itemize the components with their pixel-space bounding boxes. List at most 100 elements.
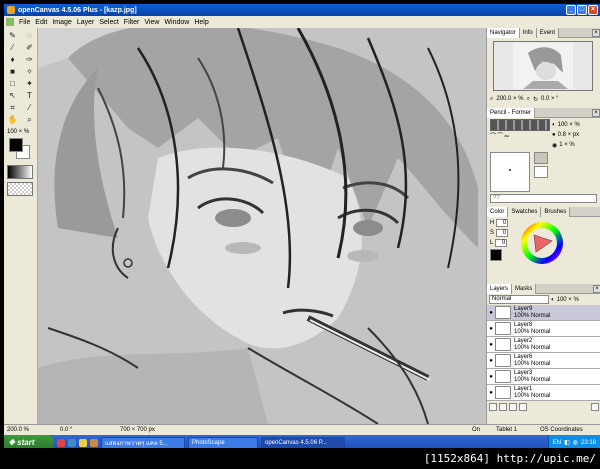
brush-tool-icon[interactable]: ⁄ bbox=[5, 42, 20, 53]
layer-mask-icon[interactable] bbox=[509, 403, 517, 411]
tab-brushes[interactable]: Brushes bbox=[541, 206, 571, 217]
texture-swatch[interactable] bbox=[534, 166, 548, 178]
folder-icon[interactable] bbox=[79, 438, 87, 447]
color-swatch[interactable] bbox=[7, 138, 34, 162]
layer-row[interactable]: ● Layer9 100% Normal bbox=[487, 305, 600, 321]
task-opencanvas[interactable]: openCanvas 4.5.06 P... bbox=[261, 436, 345, 449]
drawing-canvas[interactable] bbox=[38, 28, 486, 424]
menu-window[interactable]: Window bbox=[164, 19, 189, 26]
language-indicator[interactable]: EN bbox=[553, 440, 561, 446]
menu-image[interactable]: Image bbox=[52, 19, 71, 26]
task-photoscape[interactable]: PhotoScape bbox=[188, 436, 258, 449]
tab-color[interactable]: Color bbox=[487, 206, 509, 217]
zoom-tool-icon[interactable]: ⌕ bbox=[22, 114, 37, 125]
bucket-tool-icon[interactable]: ♦ bbox=[5, 54, 20, 65]
navigator-zoom[interactable]: 200.0 × % bbox=[496, 96, 523, 102]
status-bar: 200.0 % 0.0 ° 700 × 700 px On Tablet 1 O… bbox=[4, 424, 600, 435]
eyedropper-tool-icon[interactable]: ⁄ bbox=[22, 102, 37, 113]
document-icon[interactable] bbox=[6, 18, 14, 26]
eye-icon[interactable]: ● bbox=[487, 326, 495, 332]
eye-icon[interactable]: ● bbox=[487, 390, 495, 396]
clock[interactable]: 23:18 bbox=[581, 440, 596, 446]
layer-opacity[interactable]: 100 × % bbox=[557, 297, 579, 303]
tab-info[interactable]: Info bbox=[519, 27, 537, 38]
app-icon[interactable] bbox=[90, 438, 98, 447]
menu-select[interactable]: Select bbox=[99, 19, 118, 26]
maximize-button[interactable]: □ bbox=[577, 5, 587, 15]
s-input[interactable]: 0 bbox=[496, 229, 509, 237]
tab-masks[interactable]: Masks bbox=[512, 283, 537, 294]
tab-navigator[interactable]: Navigator bbox=[487, 27, 520, 38]
texture-swatch[interactable] bbox=[534, 152, 548, 164]
foreground-color[interactable] bbox=[9, 138, 23, 152]
pen-tool-icon[interactable]: ✎ bbox=[5, 30, 20, 41]
eye-icon[interactable]: ● bbox=[487, 374, 495, 380]
hand-tool-icon[interactable]: ✋ bbox=[5, 114, 20, 125]
tab-layers[interactable]: Layers bbox=[487, 283, 513, 294]
move-tool-icon[interactable]: ↖ bbox=[5, 90, 20, 101]
h-input[interactable]: 0 bbox=[496, 219, 509, 227]
zoom-out-icon[interactable]: ⌕ bbox=[490, 96, 493, 103]
airbrush-tool-icon[interactable]: ✑ bbox=[22, 54, 37, 65]
eye-icon[interactable]: ● bbox=[487, 310, 495, 316]
delete-layer-icon[interactable] bbox=[591, 403, 599, 411]
current-color[interactable] bbox=[490, 249, 502, 261]
eye-icon[interactable]: ● bbox=[487, 358, 495, 364]
l-input[interactable]: 0 bbox=[495, 239, 508, 247]
texture-preset[interactable] bbox=[7, 182, 33, 196]
brush-presets[interactable] bbox=[490, 119, 550, 131]
menu-layer[interactable]: Layer bbox=[77, 19, 95, 26]
s-label: S bbox=[490, 230, 495, 236]
rect-tool-icon[interactable]: ■ bbox=[5, 66, 20, 77]
zoom-in-icon[interactable]: ⌕ bbox=[527, 96, 530, 103]
color-wheel[interactable] bbox=[512, 219, 572, 267]
wand-tool-icon[interactable]: ✦ bbox=[22, 78, 37, 89]
tray-icon[interactable]: ◍ bbox=[573, 439, 578, 446]
menu-edit[interactable]: Edit bbox=[35, 19, 47, 26]
tray-icon[interactable]: ◧ bbox=[564, 439, 570, 446]
pencil-opacity[interactable]: 100 × % bbox=[558, 122, 580, 128]
panel-close-icon[interactable]: × bbox=[593, 284, 600, 293]
chrome-icon[interactable] bbox=[57, 438, 65, 447]
rotate-icon[interactable]: ↻ bbox=[533, 96, 538, 103]
tab-swatches[interactable]: Swatches bbox=[508, 206, 542, 217]
tab-event[interactable]: Event bbox=[536, 27, 560, 38]
select-tool-icon[interactable]: □ bbox=[5, 78, 20, 89]
eye-icon[interactable]: ● bbox=[487, 342, 495, 348]
crop-tool-icon[interactable]: ⌗ bbox=[5, 102, 20, 113]
new-layer-icon[interactable] bbox=[489, 403, 497, 411]
task-browser[interactable]: แสดงภาพวาดๆ แคล 5... bbox=[101, 436, 185, 449]
text-tool-icon[interactable]: T bbox=[22, 90, 37, 101]
menu-file[interactable]: File bbox=[19, 19, 30, 26]
layer-row[interactable]: ● Layer8 100% Normal bbox=[487, 321, 600, 337]
panel-close-icon[interactable]: × bbox=[592, 28, 600, 37]
pencil-shape-icons[interactable]: ⌒ ⁀ ∾ bbox=[490, 131, 550, 140]
menu-help[interactable]: Help bbox=[194, 19, 208, 26]
navigator-thumbnail[interactable] bbox=[493, 41, 593, 91]
panel-close-icon[interactable]: × bbox=[592, 108, 600, 117]
navigator-angle[interactable]: 0.0 × ° bbox=[541, 96, 559, 102]
eraser-tool-icon[interactable]: ✐ bbox=[22, 42, 37, 53]
layer-row[interactable]: ● Layer2 100% Normal bbox=[487, 337, 600, 353]
menu-filter[interactable]: Filter bbox=[124, 19, 140, 26]
gradient-preset[interactable] bbox=[7, 165, 33, 179]
toolbox-zoom[interactable]: 100 × % bbox=[4, 129, 37, 135]
layer-row[interactable]: ● Layer1 100% Normal bbox=[487, 385, 600, 401]
menu-view[interactable]: View bbox=[144, 19, 159, 26]
layer-properties-icon[interactable] bbox=[519, 403, 527, 411]
layer-row[interactable]: ● Layer3 100% Normal bbox=[487, 369, 600, 385]
opacity-icon: ◐ bbox=[551, 296, 555, 303]
close-button[interactable]: × bbox=[588, 5, 598, 15]
pencil-size[interactable]: 0.8 × px bbox=[558, 132, 580, 138]
brush-name-field[interactable]: ?? bbox=[490, 194, 597, 203]
layer-folder-icon[interactable] bbox=[499, 403, 507, 411]
tab-pencil[interactable]: Pencil - Former bbox=[487, 107, 536, 118]
pencil-density[interactable]: 1 × % bbox=[559, 142, 575, 148]
lasso-tool-icon[interactable]: ◌ bbox=[22, 30, 37, 41]
blend-mode-select[interactable]: Normal bbox=[489, 295, 549, 304]
ie-icon[interactable] bbox=[68, 438, 76, 447]
smudge-tool-icon[interactable]: ✧ bbox=[22, 66, 37, 77]
brush-preview[interactable] bbox=[490, 152, 530, 192]
layer-row[interactable]: ● Layer6 100% Normal bbox=[487, 353, 600, 369]
minimize-button[interactable]: _ bbox=[566, 5, 576, 15]
